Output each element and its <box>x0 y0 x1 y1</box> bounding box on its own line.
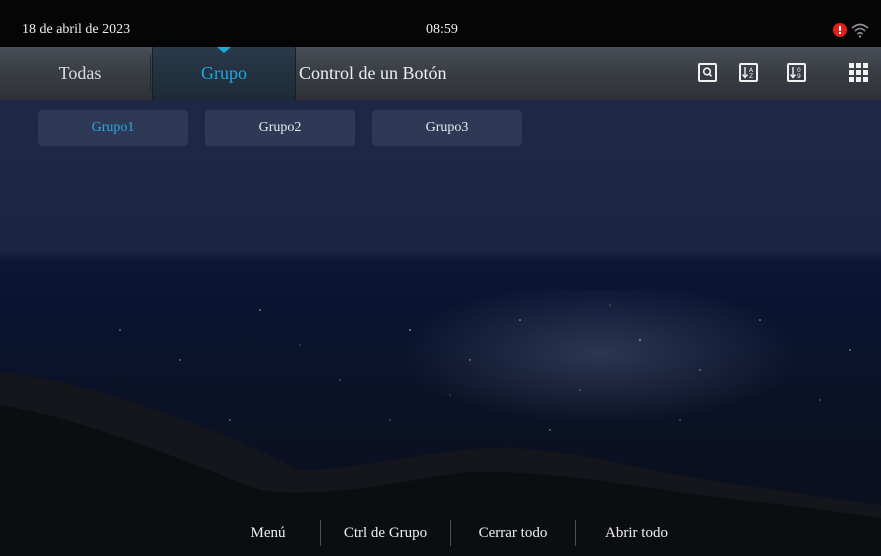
status-bar: 18 de abril de 2023 08:59 <box>0 0 881 47</box>
group-chip-grupo2[interactable]: Grupo2 <box>205 110 355 146</box>
sort-numeric-icon: 0 9 <box>789 67 801 80</box>
svg-text:9: 9 <box>797 73 801 80</box>
wifi-icon <box>851 23 869 38</box>
group-chip-grupo1[interactable]: Grupo1 <box>38 110 188 146</box>
group-control-button[interactable]: Ctrl de Grupo <box>320 520 450 546</box>
menu-button[interactable]: Menú <box>216 520 320 546</box>
search-icon <box>702 67 713 77</box>
open-all-button[interactable]: Abrir todo <box>575 520 697 546</box>
tab-grupo-label: Grupo <box>201 63 247 83</box>
group-chip-grupo3[interactable]: Grupo3 <box>372 110 522 146</box>
sort-alpha-button[interactable]: A Z <box>739 63 758 82</box>
status-time: 08:59 <box>426 22 458 37</box>
sort-numeric-button[interactable]: 0 9 <box>787 63 806 82</box>
status-date: 18 de abril de 2023 <box>22 22 131 37</box>
tab-todas[interactable]: Todas <box>8 47 152 100</box>
svg-text:Z: Z <box>749 73 753 80</box>
active-tab-indicator <box>217 47 231 53</box>
close-all-button[interactable]: Cerrar todo <box>450 520 575 546</box>
alert-icon[interactable] <box>833 23 847 37</box>
tab-divider <box>150 55 151 93</box>
sort-alpha-icon: A Z <box>741 67 754 80</box>
search-button[interactable] <box>698 63 717 82</box>
grid-menu-button[interactable] <box>849 63 868 82</box>
grid-menu-icon <box>849 63 868 82</box>
tab-control-un-boton[interactable]: Control de un Botón <box>296 47 472 100</box>
tab-grupo[interactable]: Grupo <box>152 47 296 100</box>
